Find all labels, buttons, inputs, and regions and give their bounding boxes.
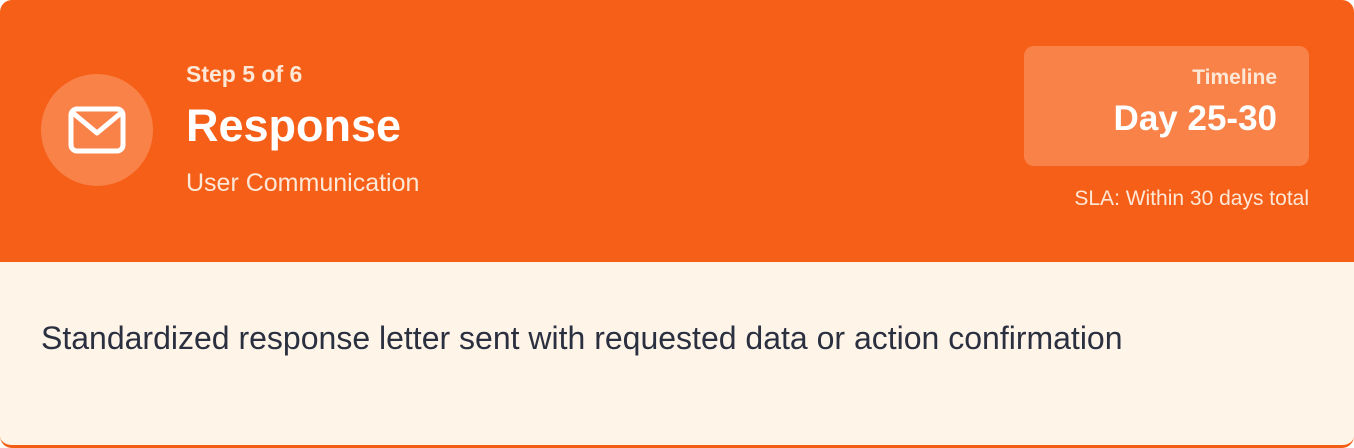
step-title: Response — [186, 100, 402, 151]
timeline-badge: Timeline Day 25-30 — [1024, 46, 1309, 166]
step-counter: Step 5 of 6 — [186, 61, 303, 87]
step-header: Step 5 of 6 Response User Communication … — [0, 0, 1354, 262]
envelope-icon — [68, 106, 126, 154]
step-subtitle: User Communication — [186, 169, 420, 197]
step-title-block: Step 5 of 6 Response User Communication — [186, 58, 419, 200]
step-icon-badge — [41, 74, 153, 186]
sla-note: SLA: Within 30 days total — [1074, 187, 1309, 210]
timeline-label: Timeline — [1192, 66, 1277, 89]
step-description: Standardized response letter sent with r… — [41, 320, 1123, 356]
step-card: Step 5 of 6 Response User Communication … — [0, 0, 1354, 448]
timeline-value: Day 25-30 — [1113, 99, 1277, 138]
